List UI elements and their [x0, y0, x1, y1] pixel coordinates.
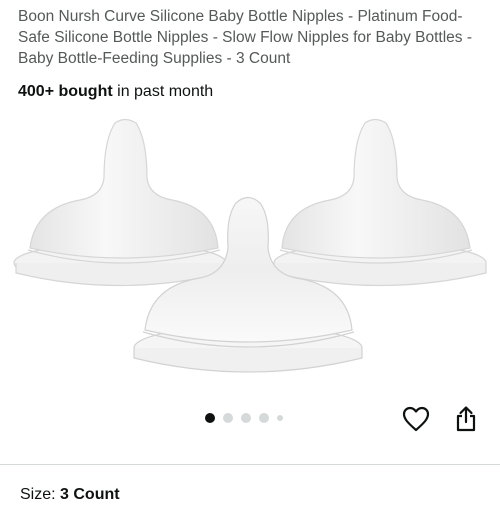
- carousel-dot-5[interactable]: [277, 415, 283, 421]
- size-label: Size:: [20, 486, 56, 503]
- product-image[interactable]: [0, 108, 500, 398]
- nipple-left: [13, 118, 227, 287]
- carousel-dot-1[interactable]: [205, 413, 215, 423]
- carousel-indicators[interactable]: [205, 413, 283, 423]
- share-button[interactable]: [451, 404, 481, 434]
- carousel-dot-3[interactable]: [241, 413, 251, 423]
- size-selector[interactable]: Size: 3 Count: [20, 485, 120, 505]
- product-title: Boon Nursh Curve Silicone Baby Bottle Ni…: [18, 8, 473, 67]
- wishlist-button[interactable]: [401, 404, 431, 434]
- carousel-dot-4[interactable]: [259, 413, 269, 423]
- size-value: 3 Count: [60, 486, 120, 503]
- nipple-right: [273, 118, 487, 287]
- purchase-count: 400+ bought in past month: [18, 81, 213, 102]
- carousel-dot-2[interactable]: [223, 413, 233, 423]
- heart-icon: [402, 406, 430, 432]
- section-divider: [0, 464, 500, 465]
- bought-count: 400+ bought: [18, 83, 113, 100]
- share-icon: [456, 406, 476, 432]
- bought-suffix: in past month: [112, 83, 214, 100]
